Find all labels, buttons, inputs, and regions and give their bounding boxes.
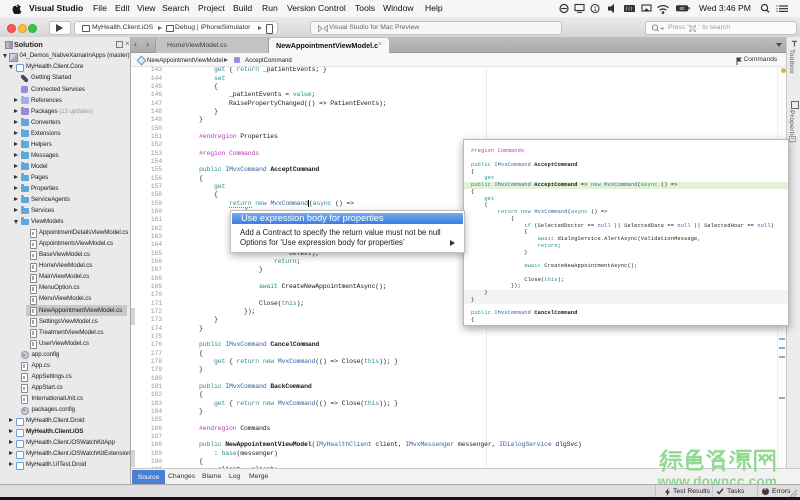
svg-text:80: 80 [679, 6, 685, 11]
